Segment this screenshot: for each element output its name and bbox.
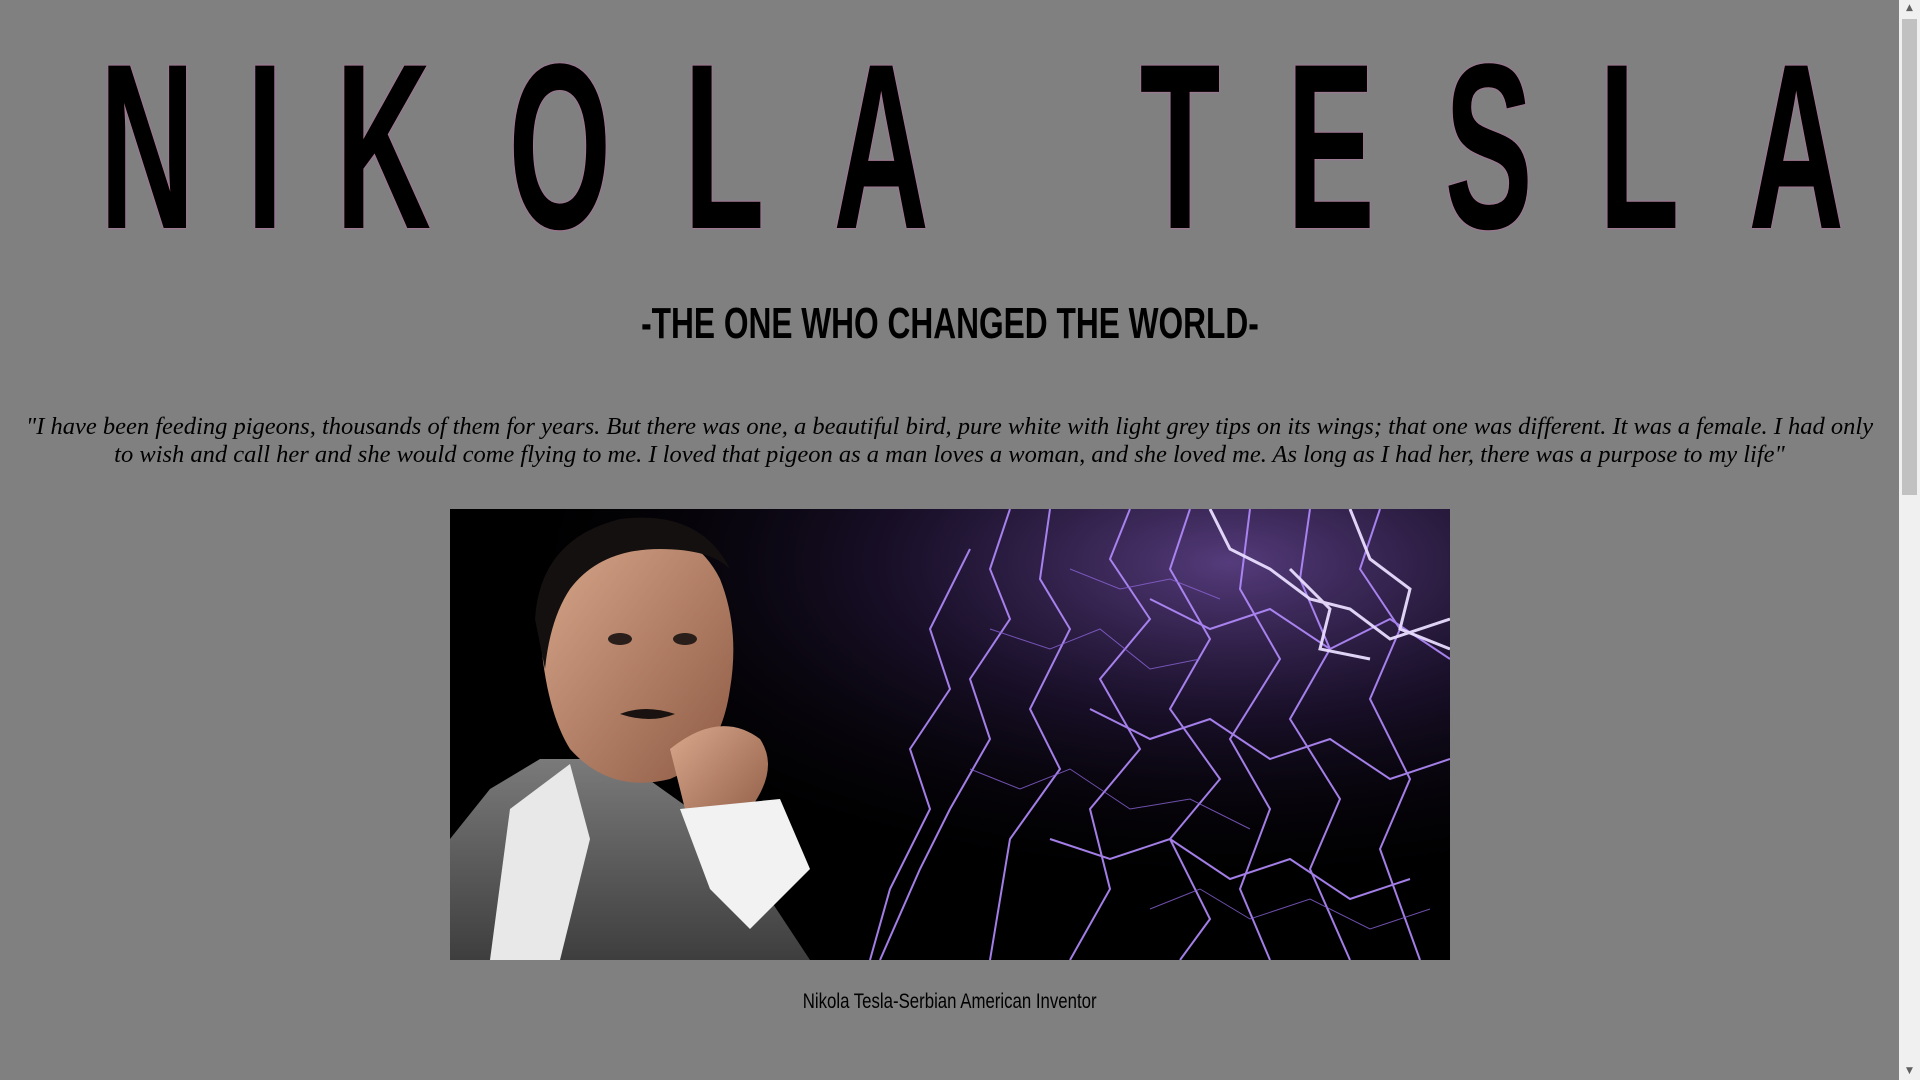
title-letter: K bbox=[335, 15, 431, 279]
title-letter: I bbox=[246, 15, 284, 279]
image-caption: Nikola Tesla-Serbian American Inventor bbox=[0, 988, 1899, 1016]
title-letter: S bbox=[1444, 15, 1533, 279]
tesla-portrait-image bbox=[450, 509, 1450, 960]
title-letter: T bbox=[1139, 15, 1221, 279]
scroll-up-arrow-icon[interactable]: ▲ bbox=[1899, 0, 1920, 17]
page-title: N I K O L A T E S L A bbox=[0, 15, 1899, 279]
vertical-scrollbar[interactable]: ▲ ▼ bbox=[1899, 0, 1920, 1080]
tesla-lightning-illustration bbox=[450, 509, 1450, 960]
tesla-quote: "I have been feeding pigeons, thousands … bbox=[25, 413, 1874, 468]
title-word-tesla: T E S L A bbox=[1108, 15, 1844, 279]
scrollbar-thumb[interactable] bbox=[1902, 19, 1917, 495]
subtitle-text: -THE ONE WHO CHANGED THE WORLD- bbox=[640, 299, 1259, 348]
scroll-down-arrow-icon[interactable]: ▼ bbox=[1899, 1063, 1920, 1080]
page: N I K O L A T E S L A -THE ONE WHO CHANG… bbox=[0, 0, 1920, 1080]
image-caption-text: Nikola Tesla-Serbian American Inventor bbox=[802, 990, 1097, 1013]
title-letter: A bbox=[833, 15, 930, 279]
title-word-nikola: N I K O L A bbox=[62, 15, 930, 279]
page-content: N I K O L A T E S L A -THE ONE WHO CHANG… bbox=[0, 0, 1899, 1080]
title-letter: O bbox=[508, 15, 612, 279]
title-letter: N bbox=[99, 15, 195, 279]
title-letter: A bbox=[1748, 15, 1845, 279]
title-letter: L bbox=[1598, 15, 1680, 279]
subtitle: -THE ONE WHO CHANGED THE WORLD- bbox=[0, 296, 1899, 352]
title-letter: E bbox=[1286, 15, 1375, 279]
title-letter: L bbox=[683, 15, 765, 279]
